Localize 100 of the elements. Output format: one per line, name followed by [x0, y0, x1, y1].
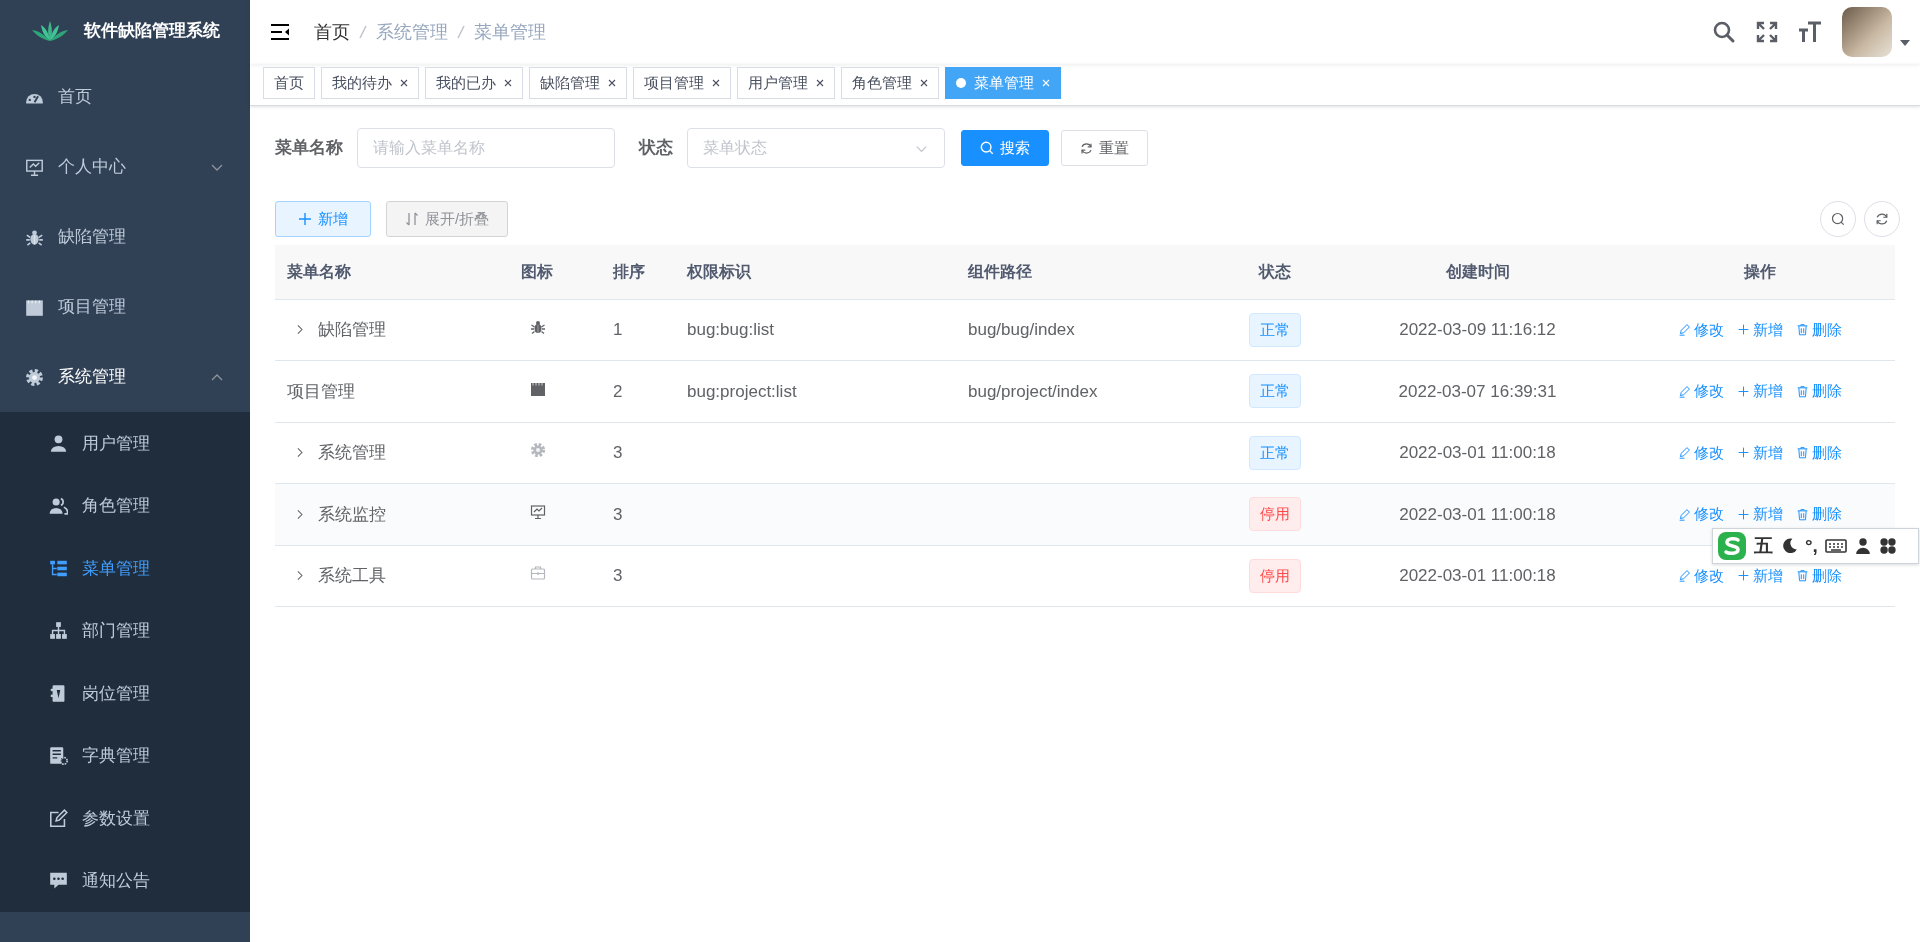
menu-toggle-button[interactable] — [270, 23, 290, 41]
clover-icon[interactable] — [1878, 537, 1897, 555]
plus-icon — [1737, 446, 1750, 460]
close-icon[interactable] — [712, 79, 720, 87]
punctuation-toggle[interactable]: °, — [1805, 531, 1818, 561]
table-cell-text: 系统管理 — [318, 442, 386, 464]
trash-icon — [1796, 323, 1809, 337]
field-label: 菜单名称 — [275, 137, 343, 160]
sidebar-subitem[interactable]: 通知公告 — [0, 849, 250, 912]
search-input[interactable]: 请输入菜单名称 — [357, 128, 615, 168]
table-cell-text: 系统监控 — [318, 503, 386, 526]
plus-icon — [1737, 569, 1750, 583]
close-icon[interactable] — [400, 79, 408, 87]
column-header: 创建时间 — [1330, 245, 1625, 299]
input-mode-toggle[interactable]: 五 — [1754, 531, 1773, 561]
trash-icon — [1796, 446, 1809, 460]
chat-bubble-icon — [49, 871, 68, 891]
plus-icon — [1737, 384, 1750, 398]
edit-link[interactable]: 修改 — [1678, 564, 1724, 587]
column-header: 排序 — [600, 245, 675, 299]
sidebar-item[interactable]: 系统管理 — [0, 342, 250, 412]
tab[interactable]: 我的待办 — [321, 67, 419, 99]
leaf-logo-icon — [30, 20, 70, 42]
sidebar-subitem[interactable]: 部门管理 — [0, 599, 250, 662]
add-link[interactable]: 新增 — [1737, 564, 1783, 587]
refresh-icon — [1080, 141, 1093, 155]
reset-button[interactable]: 重置 — [1061, 130, 1148, 166]
close-icon[interactable] — [504, 79, 512, 87]
delete-link[interactable]: 删除 — [1796, 318, 1842, 341]
refresh-button[interactable] — [1864, 201, 1900, 237]
edit-icon — [49, 808, 68, 828]
breadcrumb-item[interactable]: 首页 — [314, 18, 350, 46]
caret-icon[interactable] — [1900, 40, 1910, 46]
table-cell: 3 — [613, 566, 623, 585]
search-icon[interactable] — [1712, 20, 1736, 44]
sidebar-subitem[interactable]: 用户管理 — [0, 412, 250, 475]
sidebar-subitem[interactable]: 字典管理 — [0, 724, 250, 787]
edit-link[interactable]: 修改 — [1678, 380, 1724, 403]
field-label: 状态 — [639, 137, 673, 160]
column-header: 菜单名称 — [275, 245, 505, 299]
breadcrumb-item: 菜单管理 — [474, 20, 546, 44]
add-link[interactable]: 新增 — [1737, 318, 1783, 341]
delete-link[interactable]: 删除 — [1796, 564, 1842, 587]
column-header: 状态 — [1220, 245, 1330, 299]
delete-link[interactable]: 删除 — [1796, 441, 1842, 464]
gear-icon — [530, 442, 546, 458]
avatar-photo-placeholder[interactable] — [1842, 7, 1892, 57]
sidebar-item[interactable]: 个人中心 — [0, 132, 250, 202]
sidebar-item[interactable]: 首页 — [0, 62, 250, 132]
search-icon — [1831, 212, 1845, 226]
sort-arrows-icon — [405, 212, 419, 226]
edit-link[interactable]: 修改 — [1678, 318, 1724, 341]
tab[interactable]: 缺陷管理 — [529, 67, 627, 99]
table-cell-text: 缺陷管理 — [318, 319, 386, 341]
fullscreen-icon[interactable] — [1756, 21, 1778, 43]
tab[interactable]: 我的已办 — [425, 67, 523, 99]
tab[interactable]: 项目管理 — [633, 67, 731, 99]
table-cell: 1 — [613, 320, 623, 339]
keyboard-icon[interactable] — [1824, 538, 1847, 554]
add-link[interactable]: 新增 — [1737, 441, 1783, 464]
edit-link[interactable]: 修改 — [1678, 441, 1724, 464]
users-icon — [49, 496, 68, 516]
tab[interactable]: 首页 — [263, 67, 315, 99]
search-toggle-button[interactable] — [1820, 201, 1856, 237]
table-cell: bug/project/index — [968, 381, 1098, 401]
close-icon[interactable] — [608, 79, 616, 87]
column-header: 组件路径 — [955, 245, 1220, 299]
app-title: 软件缺陷管理系统 — [84, 20, 220, 43]
close-icon[interactable] — [816, 79, 824, 87]
column-header: 权限标识 — [675, 245, 955, 299]
add-link[interactable]: 新增 — [1737, 380, 1783, 403]
status-tag: 正常 — [1249, 435, 1301, 470]
status-tag: 停用 — [1249, 497, 1301, 532]
sidebar-subitem[interactable]: 菜单管理 — [0, 537, 250, 600]
tab[interactable]: 用户管理 — [737, 67, 835, 99]
sidebar-subitem[interactable]: 岗位管理 — [0, 662, 250, 725]
delete-link[interactable]: 删除 — [1796, 380, 1842, 403]
font-size-icon[interactable] — [1798, 21, 1822, 43]
user-icon[interactable] — [1853, 537, 1872, 555]
moon-icon[interactable] — [1780, 537, 1798, 555]
plus-icon — [298, 212, 312, 226]
sidebar-item[interactable]: 缺陷管理 — [0, 202, 250, 272]
bug-icon — [530, 319, 546, 335]
menu-fold-icon — [270, 23, 290, 41]
trash-icon — [1796, 507, 1809, 521]
table-cell: 2022-03-01 11:00:18 — [1399, 443, 1556, 462]
ime-logo-icon[interactable] — [1717, 531, 1747, 561]
table-cell: 2022-03-01 11:00:18 — [1399, 566, 1556, 585]
tab[interactable]: 角色管理 — [841, 67, 939, 99]
breadcrumb-separator — [358, 24, 368, 40]
trash-icon — [1796, 569, 1809, 583]
table-cell: 3 — [613, 504, 623, 524]
edit-icon — [1678, 384, 1691, 398]
sidebar-item[interactable]: 项目管理 — [0, 272, 250, 342]
sidebar-subitem[interactable]: 参数设置 — [0, 787, 250, 850]
sidebar-subitem[interactable]: 角色管理 — [0, 474, 250, 537]
edit-icon — [1678, 446, 1691, 460]
close-icon[interactable] — [920, 79, 928, 87]
clapperboard-icon — [25, 297, 44, 317]
edit-icon — [1678, 323, 1691, 337]
